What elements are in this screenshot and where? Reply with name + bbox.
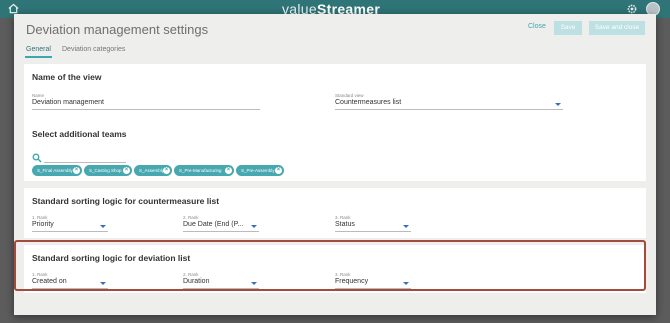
close-icon[interactable]: × <box>163 167 170 174</box>
rank-underline <box>32 231 108 232</box>
rank-underline <box>32 288 108 289</box>
rank-3-select[interactable]: Frequency <box>335 278 368 285</box>
section-title: Name of the view <box>32 72 102 82</box>
save-button[interactable]: Save <box>554 21 582 35</box>
home-icon[interactable] <box>8 3 19 14</box>
dialog-title: Deviation management settings <box>26 22 209 37</box>
close-icon[interactable]: × <box>73 167 80 174</box>
name-underline <box>32 109 260 110</box>
team-chip: S_Casting Shop × <box>84 165 132 176</box>
rank-underline <box>183 288 259 289</box>
rank-underline <box>335 288 411 289</box>
close-icon[interactable]: × <box>275 167 282 174</box>
rank-2-select[interactable]: Duration <box>183 278 209 285</box>
team-chip: S_Assembly × <box>134 165 172 176</box>
standard-view-select[interactable]: Countermeasures list <box>335 99 401 106</box>
tab-general[interactable]: General <box>25 46 52 58</box>
tab-deviation-categories[interactable]: Deviation categories <box>62 46 125 53</box>
section-title: Select additional teams <box>32 129 127 139</box>
search-icon[interactable] <box>32 153 42 163</box>
team-chip: S_Final Assembly × <box>32 165 82 176</box>
rank-underline <box>183 231 259 232</box>
chevron-down-icon[interactable] <box>403 225 409 228</box>
team-chip: S_Pre-Manufacturing × <box>174 165 234 176</box>
team-chip: S_Pre-Assembly × <box>236 165 284 176</box>
save-and-close-button[interactable]: Save and close <box>589 21 645 35</box>
rank-2-select[interactable]: Due Date (End (P... <box>183 221 243 228</box>
rank-label: 1. Rank <box>32 272 48 277</box>
rank-1-select[interactable]: Priority <box>32 221 54 228</box>
team-search-underline <box>44 162 126 163</box>
close-icon[interactable]: × <box>225 167 232 174</box>
rank-3-select[interactable]: Status <box>335 221 355 228</box>
name-input[interactable]: Deviation management <box>32 99 104 106</box>
countermeasure-sorting-card: Standard sorting logic for countermeasur… <box>24 188 646 238</box>
close-icon[interactable]: × <box>123 167 130 174</box>
rank-label: 1. Rank <box>32 215 48 220</box>
section-title: Standard sorting logic for countermeasur… <box>32 196 220 206</box>
close-button[interactable]: Close <box>528 23 546 30</box>
rank-label: 2. Rank <box>183 272 199 277</box>
chevron-down-icon[interactable] <box>100 225 106 228</box>
team-chip-label: S_Pre-Assembly <box>241 168 275 173</box>
chevron-down-icon[interactable] <box>403 282 409 285</box>
additional-teams-card: Select additional teams S_Final Assembly… <box>24 121 646 181</box>
standard-view-underline <box>335 109 563 110</box>
chevron-down-icon[interactable] <box>555 103 561 106</box>
chevron-down-icon[interactable] <box>251 282 257 285</box>
name-label: Name <box>32 93 45 98</box>
deviation-sorting-card: Standard sorting logic for deviation lis… <box>24 245 646 293</box>
rank-1-select[interactable]: Created on <box>32 278 67 285</box>
standard-view-label: Standard view <box>335 93 364 98</box>
rank-label: 3. Rank <box>335 215 351 220</box>
chevron-down-icon[interactable] <box>251 225 257 228</box>
rank-label: 2. Rank <box>183 215 199 220</box>
section-title: Standard sorting logic for deviation lis… <box>32 253 191 263</box>
name-of-view-card: Name of the view Name Deviation manageme… <box>24 64 646 126</box>
deviation-settings-dialog: Deviation management settings Close Save… <box>14 14 656 315</box>
team-chip-label: S_Final Assembly <box>37 168 73 173</box>
rank-underline <box>335 231 411 232</box>
rank-label: 3. Rank <box>335 272 351 277</box>
chevron-down-icon[interactable] <box>100 282 106 285</box>
team-chip-label: S_Assembly <box>139 168 165 173</box>
team-chip-label: S_Casting Shop <box>89 168 122 173</box>
team-chip-label: S_Pre-Manufacturing <box>179 168 222 173</box>
